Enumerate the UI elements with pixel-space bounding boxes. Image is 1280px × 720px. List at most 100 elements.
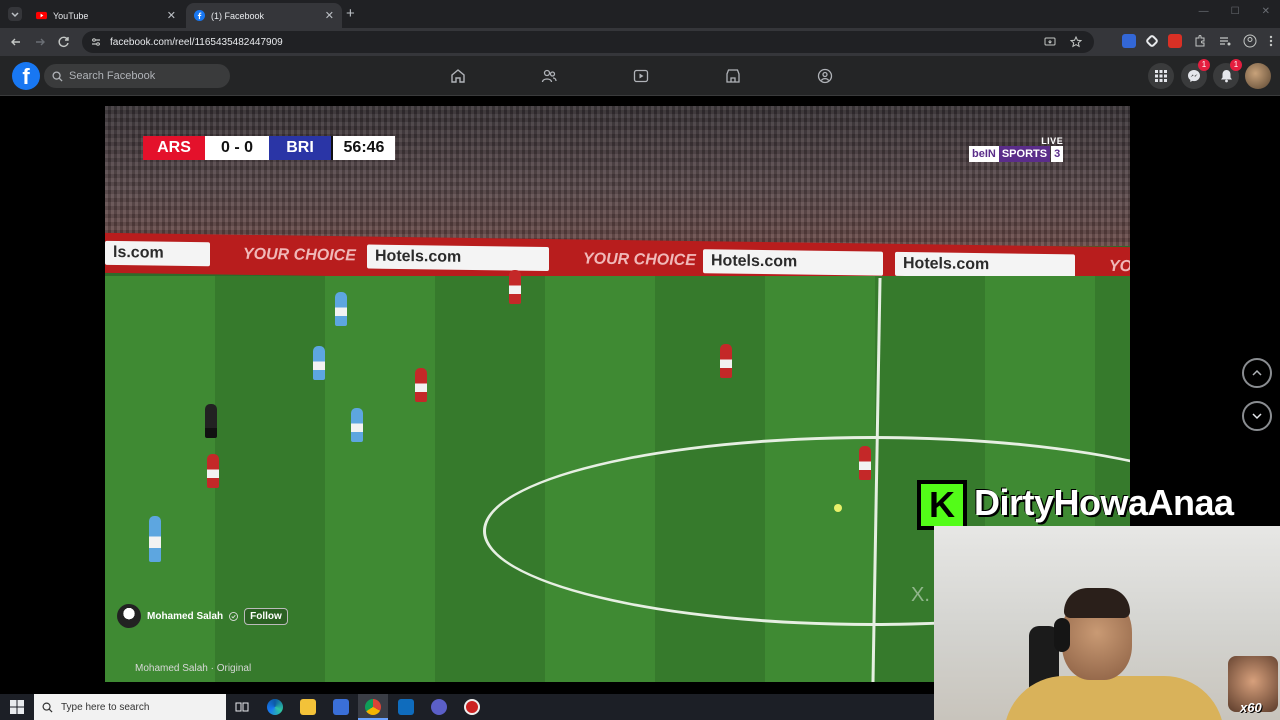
bein-label: beIN bbox=[969, 146, 999, 162]
tab-youtube[interactable]: YouTube ✕ bbox=[28, 3, 184, 28]
streamer-hair bbox=[1064, 588, 1130, 618]
kick-logo: K bbox=[917, 480, 967, 530]
tab-title: (1) Facebook bbox=[211, 10, 265, 21]
ad-board: ls.com bbox=[105, 240, 210, 267]
tab-close-icon[interactable]: ✕ bbox=[167, 9, 176, 22]
facebook-logo[interactable]: f bbox=[12, 62, 40, 90]
follow-button[interactable]: Follow bbox=[244, 607, 288, 625]
apps-grid-icon[interactable] bbox=[1148, 63, 1174, 89]
bein-sports-logo: beIN SPORTS 3 bbox=[969, 146, 1064, 162]
windows-start-icon[interactable] bbox=[10, 700, 24, 714]
tab-close-icon[interactable]: ✕ bbox=[325, 9, 334, 22]
app-icon-2[interactable] bbox=[464, 699, 480, 715]
tab-title: YouTube bbox=[53, 10, 89, 21]
extension-icon[interactable] bbox=[1144, 33, 1160, 49]
player bbox=[509, 270, 521, 304]
reel-author: Mohamed Salah Follow bbox=[117, 604, 288, 628]
task-view-icon[interactable] bbox=[234, 699, 250, 715]
messenger-icon bbox=[1188, 70, 1200, 82]
account-avatar[interactable] bbox=[1245, 63, 1271, 89]
reel-caption: Mohamed Salah · Original bbox=[135, 663, 252, 674]
video-watermark: X. bbox=[911, 584, 930, 606]
ad-board: Hotels.com bbox=[367, 244, 549, 272]
minimize-icon[interactable]: — bbox=[1199, 6, 1209, 17]
facebook-search-input[interactable]: Search Facebook bbox=[44, 64, 230, 88]
extension-icon[interactable] bbox=[1168, 34, 1182, 48]
back-arrow-icon[interactable] bbox=[8, 34, 24, 50]
forward-arrow-icon[interactable] bbox=[32, 34, 48, 50]
site-info-icon[interactable] bbox=[90, 36, 102, 48]
emote-multiplier: x60 bbox=[1240, 700, 1262, 715]
ball bbox=[834, 504, 842, 512]
facebook-header: f Search Facebook 1 1 bbox=[0, 56, 1280, 96]
taskbar-search-placeholder: Type here to search bbox=[61, 701, 150, 713]
app-icon[interactable] bbox=[431, 699, 447, 715]
media-controls-icon[interactable] bbox=[1218, 34, 1232, 48]
channel-number: 3 bbox=[1051, 146, 1064, 162]
file-explorer-icon[interactable] bbox=[300, 699, 316, 715]
watch-icon[interactable] bbox=[633, 68, 649, 84]
outlook-icon[interactable] bbox=[398, 699, 414, 715]
ad-board: YOUR CHOICE bbox=[243, 245, 356, 265]
windows-taskbar: Type here to search bbox=[0, 694, 934, 720]
player bbox=[720, 344, 732, 378]
scoreboard: ARS 0 - 0 BRI 56:46 bbox=[143, 136, 395, 160]
notifications-badge: 1 bbox=[1230, 59, 1242, 71]
match-clock: 56:46 bbox=[331, 136, 395, 160]
broadcaster-logo: LIVE beIN SPORTS 3 bbox=[969, 136, 1064, 162]
search-icon bbox=[52, 70, 63, 82]
new-tab-button[interactable]: + bbox=[346, 5, 355, 22]
address-bar[interactable]: facebook.com/reel/1165435482447909 bbox=[82, 31, 1094, 53]
player bbox=[207, 454, 219, 488]
next-reel-button[interactable] bbox=[1242, 401, 1272, 431]
ad-board: Hotels.com bbox=[703, 249, 883, 276]
translate-extension-icon[interactable] bbox=[1122, 34, 1136, 48]
streamer-body bbox=[1004, 676, 1224, 720]
stadium-crowd bbox=[105, 106, 1130, 246]
player bbox=[335, 292, 347, 326]
marketplace-icon[interactable] bbox=[725, 68, 741, 84]
search-placeholder: Search Facebook bbox=[69, 70, 156, 82]
edge-icon[interactable] bbox=[267, 699, 283, 715]
chevron-up-icon bbox=[1252, 369, 1262, 376]
player bbox=[149, 516, 161, 562]
youtube-icon bbox=[36, 11, 47, 20]
player bbox=[859, 446, 871, 480]
browser-menu-icon[interactable] bbox=[1268, 34, 1274, 48]
extensions-puzzle-icon[interactable] bbox=[1193, 34, 1207, 48]
player bbox=[415, 368, 427, 402]
notifications-button[interactable]: 1 bbox=[1213, 59, 1242, 89]
author-name[interactable]: Mohamed Salah bbox=[147, 611, 223, 622]
tab-facebook[interactable]: (1) Facebook ✕ bbox=[186, 3, 342, 28]
sports-label: SPORTS bbox=[998, 146, 1051, 162]
author-avatar[interactable] bbox=[117, 604, 141, 628]
maximize-icon[interactable]: ☐ bbox=[1231, 6, 1240, 17]
messenger-button[interactable]: 1 bbox=[1181, 59, 1210, 89]
chrome-taskbar-button[interactable] bbox=[358, 694, 388, 720]
previous-reel-button[interactable] bbox=[1242, 358, 1272, 388]
tab-search-button[interactable] bbox=[8, 7, 22, 21]
profile-icon[interactable] bbox=[1243, 34, 1257, 48]
ad-board: Hotels.com bbox=[895, 251, 1075, 279]
webcam-feed: x60 bbox=[934, 526, 1280, 720]
groups-icon[interactable] bbox=[817, 68, 833, 84]
bell-icon bbox=[1220, 70, 1232, 83]
player bbox=[351, 408, 363, 442]
score: 0 - 0 bbox=[205, 136, 269, 160]
friends-icon[interactable] bbox=[541, 68, 557, 84]
chevron-down-icon bbox=[1252, 413, 1262, 420]
store-icon[interactable] bbox=[333, 699, 349, 715]
reload-icon[interactable] bbox=[56, 34, 72, 50]
browser-toolbar: facebook.com/reel/1165435482447909 bbox=[0, 28, 1280, 56]
taskbar-search-input[interactable]: Type here to search bbox=[34, 694, 226, 720]
install-app-icon[interactable] bbox=[1044, 36, 1056, 48]
streamer-name: DirtyHowaAnaa bbox=[974, 482, 1234, 523]
bookmark-star-icon[interactable] bbox=[1070, 36, 1082, 48]
player bbox=[313, 346, 325, 380]
window-controls: — ☐ ✕ bbox=[1199, 6, 1270, 17]
headset bbox=[1054, 618, 1070, 652]
facebook-icon bbox=[194, 10, 205, 21]
home-icon[interactable] bbox=[450, 68, 466, 84]
close-window-icon[interactable]: ✕ bbox=[1262, 6, 1270, 17]
referee bbox=[205, 404, 217, 438]
